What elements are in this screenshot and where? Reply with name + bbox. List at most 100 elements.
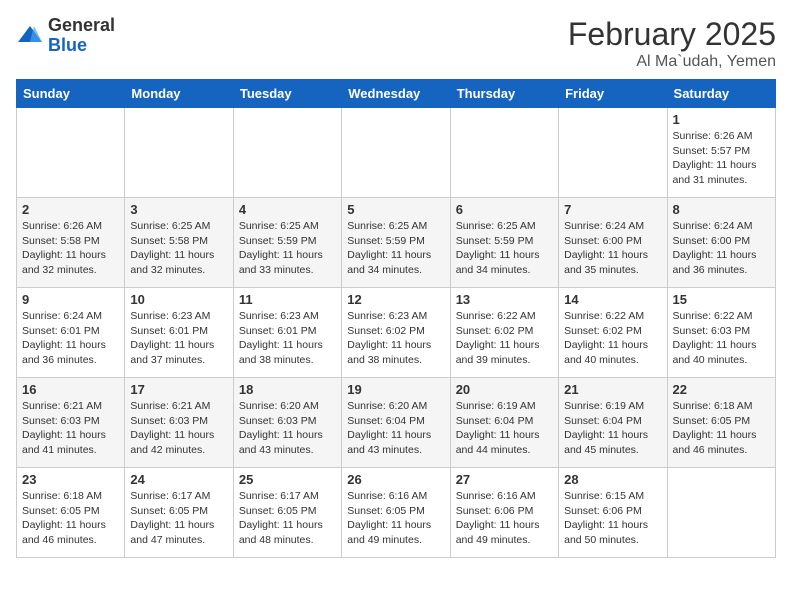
- calendar-cell: 5 Sunrise: 6:25 AM Sunset: 5:59 PM Daylig…: [342, 198, 450, 288]
- day-number: 9: [22, 292, 119, 307]
- week-row-3: 16 Sunrise: 6:21 AM Sunset: 6:03 PM Dayli…: [17, 378, 776, 468]
- week-row-0: 1Sunrise: 6:26 AM Sunset: 5:57 PM Daylig…: [17, 108, 776, 198]
- day-info: Sunrise: 6:20 AM Sunset: 6:03 PM Dayligh…: [239, 399, 336, 458]
- calendar-cell: 13Sunrise: 6:22 AM Sunset: 6:02 PM Dayli…: [450, 288, 558, 378]
- day-number: 10: [130, 292, 227, 307]
- day-info: Sunrise: 6:23 AM Sunset: 6:02 PM Dayligh…: [347, 309, 444, 368]
- day-number: 18: [239, 382, 336, 397]
- day-info: Sunrise: 6:21 AM Sunset: 6:03 PM Dayligh…: [130, 399, 227, 458]
- day-info: Sunrise: 6:23 AM Sunset: 6:01 PM Dayligh…: [239, 309, 336, 368]
- day-number: 3: [130, 202, 227, 217]
- day-info: Sunrise: 6:25 AM Sunset: 5:59 PM Dayligh…: [456, 219, 553, 278]
- day-number: 23: [22, 472, 119, 487]
- weekday-header-monday: Monday: [125, 80, 233, 108]
- day-number: 4: [239, 202, 336, 217]
- calendar-cell: [342, 108, 450, 198]
- day-number: 6: [456, 202, 553, 217]
- weekday-header-tuesday: Tuesday: [233, 80, 341, 108]
- weekday-header-saturday: Saturday: [667, 80, 775, 108]
- day-info: Sunrise: 6:25 AM Sunset: 5:58 PM Dayligh…: [130, 219, 227, 278]
- day-number: 24: [130, 472, 227, 487]
- day-info: Sunrise: 6:15 AM Sunset: 6:06 PM Dayligh…: [564, 489, 661, 548]
- calendar-cell: 10Sunrise: 6:23 AM Sunset: 6:01 PM Dayli…: [125, 288, 233, 378]
- weekday-header-row: SundayMondayTuesdayWednesdayThursdayFrid…: [17, 80, 776, 108]
- day-number: 8: [673, 202, 770, 217]
- day-number: 2: [22, 202, 119, 217]
- logo-icon: [16, 22, 44, 50]
- day-number: 17: [130, 382, 227, 397]
- calendar-cell: 8 Sunrise: 6:24 AM Sunset: 6:00 PM Daylig…: [667, 198, 775, 288]
- day-info: Sunrise: 6:19 AM Sunset: 6:04 PM Dayligh…: [456, 399, 553, 458]
- day-number: 25: [239, 472, 336, 487]
- calendar-cell: [17, 108, 125, 198]
- calendar-cell: 16 Sunrise: 6:21 AM Sunset: 6:03 PM Dayli…: [17, 378, 125, 468]
- day-info: Sunrise: 6:22 AM Sunset: 6:02 PM Dayligh…: [564, 309, 661, 368]
- calendar-cell: 22 Sunrise: 6:18 AM Sunset: 6:05 PM Dayli…: [667, 378, 775, 468]
- day-number: 12: [347, 292, 444, 307]
- day-number: 5: [347, 202, 444, 217]
- calendar-cell: [667, 468, 775, 558]
- page-header: General Blue February 2025 Al Ma`udah, Y…: [16, 16, 776, 71]
- calendar-cell: 11 Sunrise: 6:23 AM Sunset: 6:01 PM Dayli…: [233, 288, 341, 378]
- day-info: Sunrise: 6:24 AM Sunset: 6:00 PM Dayligh…: [673, 219, 770, 278]
- calendar-cell: 19Sunrise: 6:20 AM Sunset: 6:04 PM Dayli…: [342, 378, 450, 468]
- day-number: 16: [22, 382, 119, 397]
- calendar-cell: [233, 108, 341, 198]
- weekday-header-wednesday: Wednesday: [342, 80, 450, 108]
- calendar-cell: 9Sunrise: 6:24 AM Sunset: 6:01 PM Daylig…: [17, 288, 125, 378]
- weekday-header-friday: Friday: [559, 80, 667, 108]
- day-info: Sunrise: 6:18 AM Sunset: 6:05 PM Dayligh…: [673, 399, 770, 458]
- location-subtitle: Al Ma`udah, Yemen: [568, 53, 776, 71]
- day-number: 15: [673, 292, 770, 307]
- calendar-cell: 3 Sunrise: 6:25 AM Sunset: 5:58 PM Daylig…: [125, 198, 233, 288]
- day-info: Sunrise: 6:17 AM Sunset: 6:05 PM Dayligh…: [239, 489, 336, 548]
- calendar-cell: 1Sunrise: 6:26 AM Sunset: 5:57 PM Daylig…: [667, 108, 775, 198]
- day-info: Sunrise: 6:25 AM Sunset: 5:59 PM Dayligh…: [239, 219, 336, 278]
- day-number: 28: [564, 472, 661, 487]
- calendar-cell: 12 Sunrise: 6:23 AM Sunset: 6:02 PM Dayli…: [342, 288, 450, 378]
- day-number: 22: [673, 382, 770, 397]
- day-number: 14: [564, 292, 661, 307]
- month-title: February 2025: [568, 16, 776, 53]
- logo-blue-text: Blue: [48, 35, 87, 55]
- calendar-cell: 7 Sunrise: 6:24 AM Sunset: 6:00 PM Daylig…: [559, 198, 667, 288]
- week-row-1: 2Sunrise: 6:26 AM Sunset: 5:58 PM Daylig…: [17, 198, 776, 288]
- day-info: Sunrise: 6:16 AM Sunset: 6:06 PM Dayligh…: [456, 489, 553, 548]
- day-info: Sunrise: 6:25 AM Sunset: 5:59 PM Dayligh…: [347, 219, 444, 278]
- day-info: Sunrise: 6:16 AM Sunset: 6:05 PM Dayligh…: [347, 489, 444, 548]
- day-info: Sunrise: 6:18 AM Sunset: 6:05 PM Dayligh…: [22, 489, 119, 548]
- weekday-header-thursday: Thursday: [450, 80, 558, 108]
- logo-general-text: General: [48, 15, 115, 35]
- calendar-table: SundayMondayTuesdayWednesdayThursdayFrid…: [16, 79, 776, 558]
- calendar-cell: 2Sunrise: 6:26 AM Sunset: 5:58 PM Daylig…: [17, 198, 125, 288]
- day-number: 13: [456, 292, 553, 307]
- calendar-cell: 21Sunrise: 6:19 AM Sunset: 6:04 PM Dayli…: [559, 378, 667, 468]
- week-row-2: 9Sunrise: 6:24 AM Sunset: 6:01 PM Daylig…: [17, 288, 776, 378]
- calendar-cell: 14 Sunrise: 6:22 AM Sunset: 6:02 PM Dayli…: [559, 288, 667, 378]
- day-info: Sunrise: 6:26 AM Sunset: 5:57 PM Dayligh…: [673, 129, 770, 188]
- day-number: 19: [347, 382, 444, 397]
- calendar-cell: [125, 108, 233, 198]
- calendar-cell: 20 Sunrise: 6:19 AM Sunset: 6:04 PM Dayli…: [450, 378, 558, 468]
- calendar-cell: [559, 108, 667, 198]
- calendar-cell: 15 Sunrise: 6:22 AM Sunset: 6:03 PM Dayli…: [667, 288, 775, 378]
- day-number: 27: [456, 472, 553, 487]
- day-number: 11: [239, 292, 336, 307]
- title-block: February 2025 Al Ma`udah, Yemen: [568, 16, 776, 71]
- calendar-cell: 24 Sunrise: 6:17 AM Sunset: 6:05 PM Dayli…: [125, 468, 233, 558]
- week-row-4: 23 Sunrise: 6:18 AM Sunset: 6:05 PM Dayli…: [17, 468, 776, 558]
- calendar-cell: 25 Sunrise: 6:17 AM Sunset: 6:05 PM Dayli…: [233, 468, 341, 558]
- calendar-cell: 18 Sunrise: 6:20 AM Sunset: 6:03 PM Dayli…: [233, 378, 341, 468]
- calendar-cell: 26Sunrise: 6:16 AM Sunset: 6:05 PM Dayli…: [342, 468, 450, 558]
- day-number: 7: [564, 202, 661, 217]
- day-number: 21: [564, 382, 661, 397]
- calendar-cell: 17 Sunrise: 6:21 AM Sunset: 6:03 PM Dayli…: [125, 378, 233, 468]
- day-number: 20: [456, 382, 553, 397]
- calendar-cell: 23 Sunrise: 6:18 AM Sunset: 6:05 PM Dayli…: [17, 468, 125, 558]
- calendar-cell: 6 Sunrise: 6:25 AM Sunset: 5:59 PM Daylig…: [450, 198, 558, 288]
- day-info: Sunrise: 6:22 AM Sunset: 6:03 PM Dayligh…: [673, 309, 770, 368]
- calendar-cell: [450, 108, 558, 198]
- day-info: Sunrise: 6:24 AM Sunset: 6:00 PM Dayligh…: [564, 219, 661, 278]
- day-info: Sunrise: 6:21 AM Sunset: 6:03 PM Dayligh…: [22, 399, 119, 458]
- day-info: Sunrise: 6:17 AM Sunset: 6:05 PM Dayligh…: [130, 489, 227, 548]
